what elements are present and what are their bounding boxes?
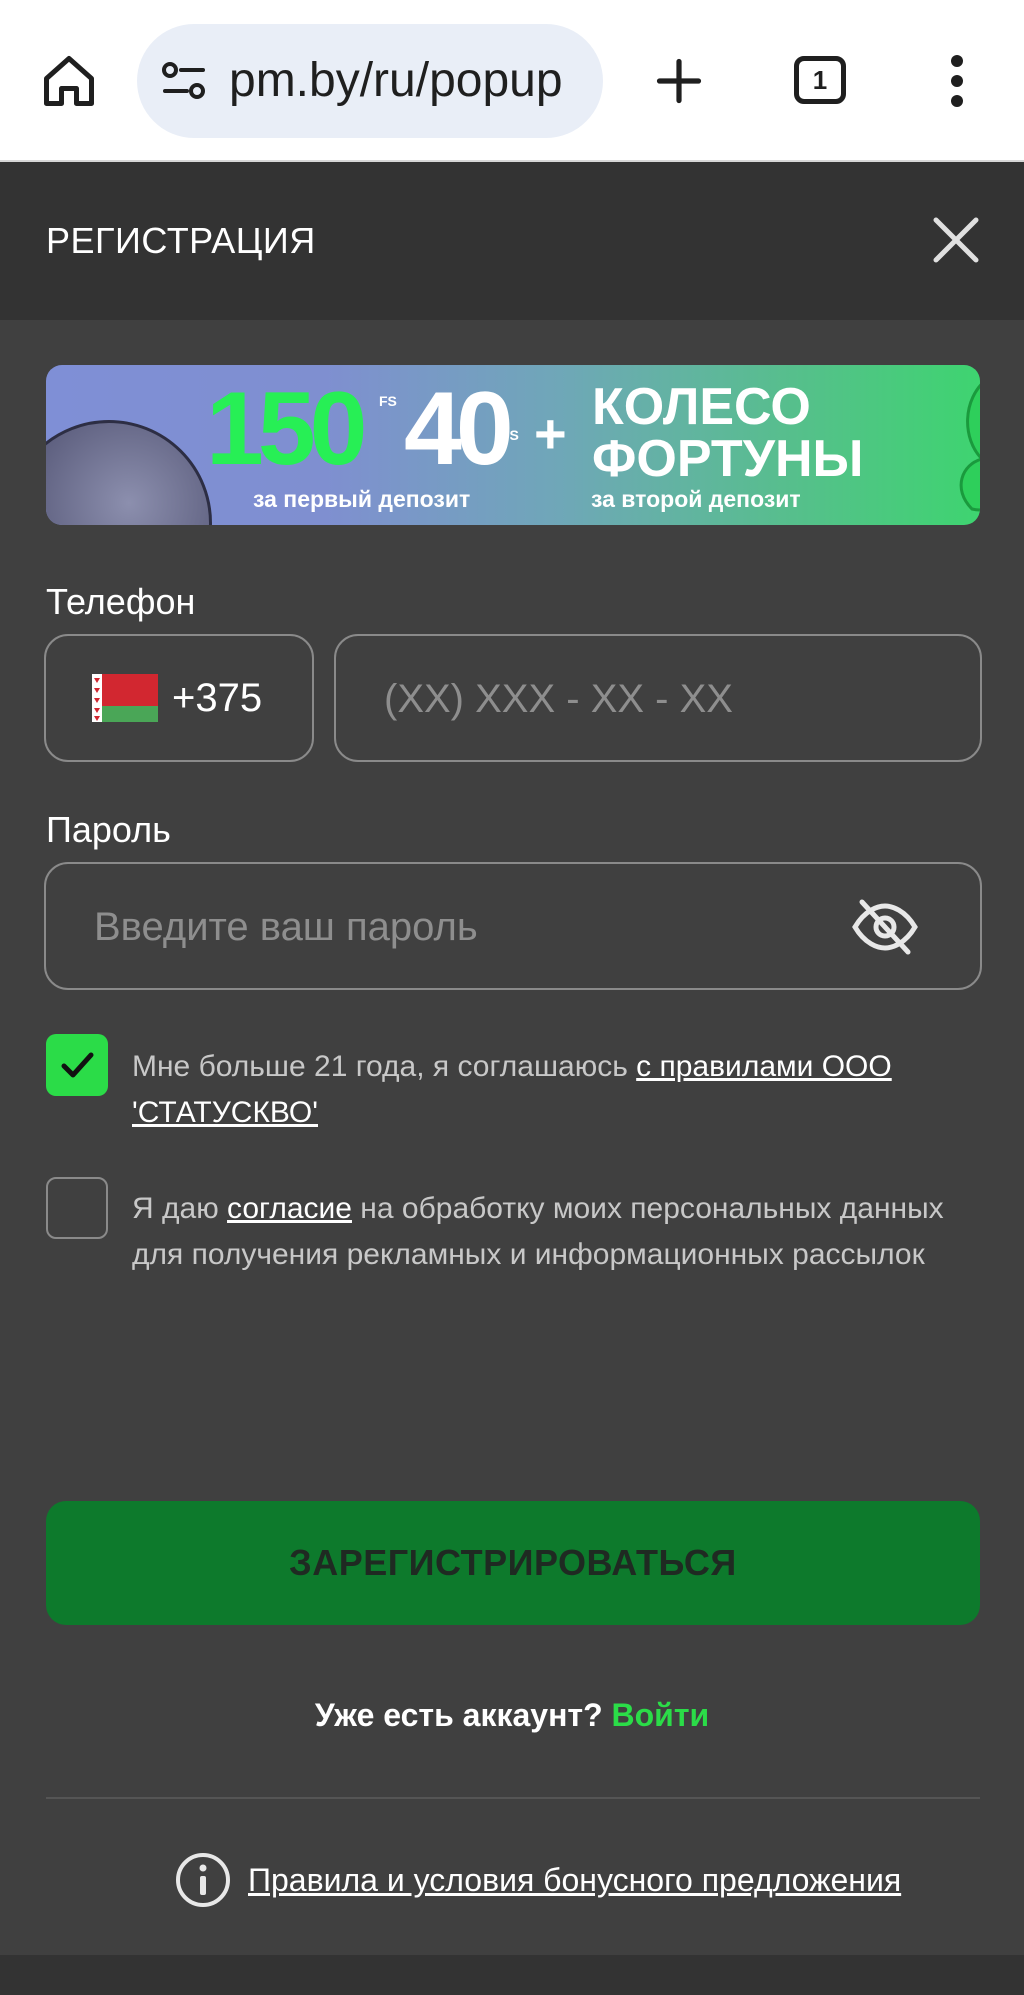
basketball-image [46,420,212,525]
divider [46,1797,980,1799]
home-icon [44,56,94,106]
banner-fs-label-2: FS [501,427,519,443]
site-settings-icon[interactable] [161,60,207,102]
banner-number-40: 40 [404,371,514,487]
banner-fs-label: FS [379,393,397,409]
info-icon [176,1853,230,1907]
phone-field[interactable] [334,634,982,762]
country-code: +375 [172,676,263,720]
promo-banner[interactable]: 150 FS 40 FS + КОЛЕСО ФОРТУНЫ за первый … [46,365,980,525]
password-label: Пароль [46,809,171,850]
have-account-text: Уже есть аккаунт? [314,1697,603,1733]
password-input[interactable] [92,894,856,960]
consent-link[interactable]: согласие [227,1192,352,1225]
phone-label: Телефон [46,581,196,622]
close-icon[interactable] [928,212,984,268]
modal-header: РЕГИСТРАЦИЯ [0,162,1024,320]
banner-prize-line-1: КОЛЕСО [592,378,811,436]
banner-caption-1: за первый депозит [253,486,471,512]
plus-icon [656,58,702,104]
tab-switcher-button[interactable]: 1 [794,56,846,104]
address-bar[interactable]: pm.by/ru/popup [137,24,603,138]
marketing-consent-checkbox[interactable] [46,1177,108,1239]
checkmark-icon [61,1052,94,1078]
login-prompt: Уже есть аккаунт? Войти [0,1690,1024,1740]
marketing-consent-prefix: Я даю [132,1192,228,1225]
clover-icon [959,383,980,512]
banner-plus: + [534,402,567,465]
register-button[interactable]: ЗАРЕГИСТРИРОВАТЬСЯ [46,1501,980,1625]
belarus-flag-icon [92,674,158,722]
browser-menu-button[interactable] [930,42,984,120]
age-consent-text: Мне больше 21 года, я соглашаюсь с прави… [132,1044,952,1136]
home-button[interactable] [30,42,108,120]
banner-caption-2: за второй депозит [591,486,801,512]
eye-off-icon[interactable] [850,898,920,956]
country-code-select[interactable]: +375 [44,634,314,762]
modal-title: РЕГИСТРАЦИЯ [46,220,316,261]
browser-toolbar: pm.by/ru/popup 1 [0,0,1024,162]
age-consent-checkbox[interactable] [46,1034,108,1096]
age-consent-label: Мне больше 21 года, я соглашаюсь [132,1050,637,1083]
password-field[interactable] [44,862,982,990]
bottom-strip [0,1955,1024,1995]
banner-number-150: 150 [206,371,368,487]
banner-prize-line-2: ФОРТУНЫ [592,430,864,488]
bonus-rules[interactable]: Правила и условия бонусного предложения [174,1850,901,1910]
bonus-rules-link[interactable]: Правила и условия бонусного предложения [248,1851,901,1909]
url-text[interactable]: pm.by/ru/popup [229,50,581,112]
phone-input[interactable] [382,666,946,732]
login-link[interactable]: Войти [612,1697,710,1733]
more-vert-icon [951,55,963,107]
marketing-consent-text: Я даю согласие на обработку моих персона… [132,1186,952,1278]
new-tab-button[interactable] [640,42,718,120]
